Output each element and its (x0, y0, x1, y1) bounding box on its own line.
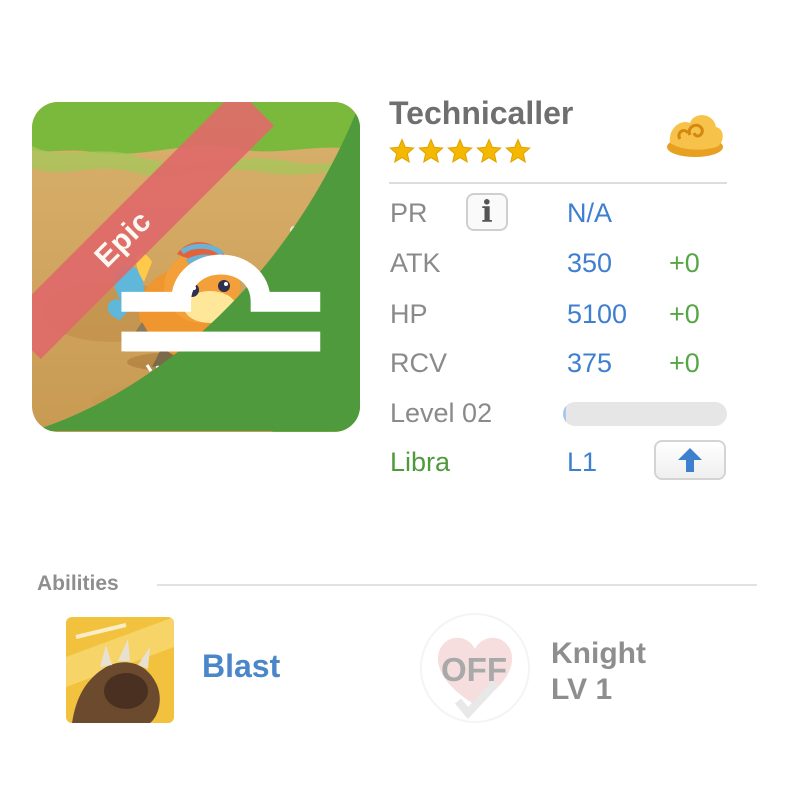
star-icon (447, 138, 473, 163)
stat-label-atk: ATK (390, 248, 441, 278)
info-button[interactable]: i (466, 193, 508, 231)
header-divider (389, 182, 727, 184)
stat-value-hp: 5100 (567, 299, 628, 329)
stat-bonus-atk: +0 (669, 248, 700, 278)
stat-label-rcv: RCV (390, 348, 448, 378)
skill-name[interactable]: Blast (202, 648, 280, 685)
abilities-title: Abilities (37, 572, 119, 595)
claw-icon (66, 617, 174, 723)
star-icon (418, 138, 444, 163)
star-icon (476, 138, 502, 163)
monster-card-art[interactable]: Epic (32, 102, 360, 432)
stat-value-pr: N/A (567, 198, 613, 228)
level-progress-bar (563, 402, 727, 426)
level-label: Level 02 (390, 398, 493, 428)
stat-bonus-rcv: +0 (669, 348, 700, 378)
stat-label-hp: HP (390, 299, 428, 329)
arrow-up-icon (678, 448, 702, 472)
info-icon: i (481, 194, 493, 230)
star-icon (389, 138, 415, 163)
leader-name-title: Knight (551, 637, 646, 670)
zodiac-level: L1 (567, 447, 598, 477)
stat-value-atk: 350 (567, 248, 613, 278)
zodiac-label: Libra (390, 447, 451, 477)
stat-value-rcv: 375 (567, 348, 613, 378)
leader-level: LV 1 (551, 673, 613, 706)
level-progress-fill (563, 402, 567, 426)
star-rating (389, 138, 531, 164)
stat-label-pr: PR (390, 198, 428, 228)
cloud-currency-icon[interactable] (664, 107, 726, 159)
leader-status: OFF (441, 651, 507, 688)
monster-name: Technicaller (389, 95, 574, 131)
star-icon (505, 138, 531, 163)
skill-icon[interactable] (66, 617, 174, 723)
leader-name: Knight LV 1 (551, 636, 646, 708)
zodiac-upgrade-button[interactable] (654, 440, 726, 480)
libra-icon (32, 103, 360, 431)
abilities-divider (157, 584, 757, 586)
stat-bonus-hp: +0 (669, 299, 700, 329)
